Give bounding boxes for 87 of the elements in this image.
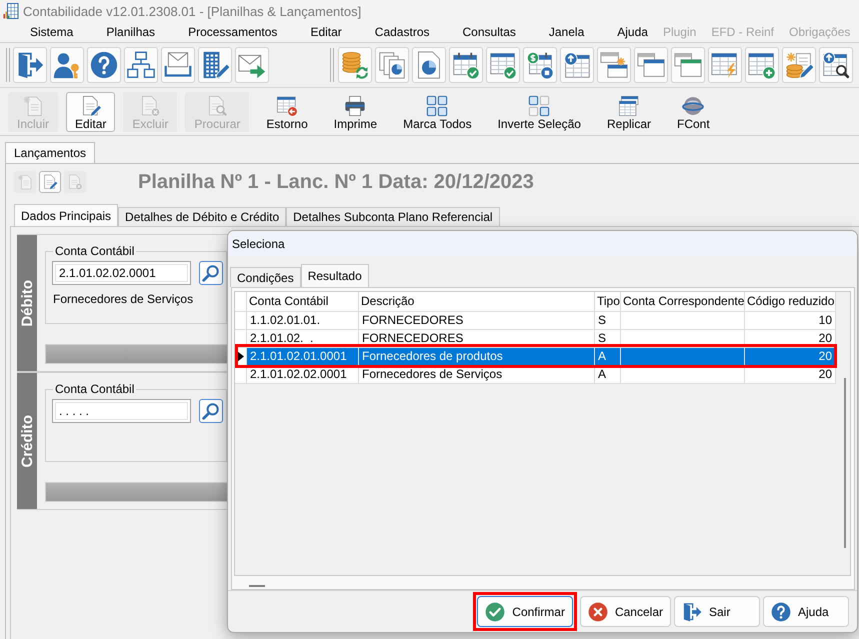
user-key-icon <box>53 51 81 79</box>
toolbar-button[interactable]: Replicar <box>598 92 660 132</box>
grip-icon[interactable] <box>330 48 334 82</box>
window-undo-icon <box>276 94 298 116</box>
document-sparkle-icon <box>17 174 33 190</box>
group-label: Conta Contábil <box>54 382 136 396</box>
toolbar-button[interactable]: Editar <box>66 92 116 132</box>
table-plus-icon <box>748 51 776 79</box>
input-field[interactable]: 2.1.01.02.02.0001 <box>52 261 191 285</box>
document-x-icon <box>67 174 83 190</box>
section-title: Crédito <box>18 414 36 468</box>
toolbar-button[interactable]: FCont <box>668 92 719 132</box>
table-cell: 20 <box>745 366 836 384</box>
input-field[interactable]: . . . . . <box>52 399 191 423</box>
dialog-button[interactable]: Sair <box>674 596 760 627</box>
row-pointer-icon <box>237 351 244 362</box>
help-icon <box>771 602 791 622</box>
search-button[interactable] <box>199 399 223 423</box>
calendar-dollar-icon <box>526 51 554 79</box>
documents-chart-icon <box>378 51 406 79</box>
document-sparkle-icon <box>22 94 44 116</box>
document-pen-icon <box>42 174 58 190</box>
tab[interactable]: Condições <box>230 267 301 287</box>
close-circle-icon <box>588 602 608 622</box>
table-lightning-icon <box>711 51 739 79</box>
four-squares-icon <box>426 94 448 116</box>
window-title: Contabilidade v12.01.2308.01 - [Planilhas & Lançamentos] <box>23 4 362 18</box>
help-icon <box>90 51 118 79</box>
spreadsheet-icon <box>3 3 19 19</box>
check-circle-icon <box>485 602 506 622</box>
building-pen-icon <box>201 51 229 79</box>
windows-sparkle-icon <box>600 51 628 79</box>
account-description: Fornecedores de Serviços <box>52 292 194 306</box>
toolbar-button[interactable]: Imprime <box>324 92 386 132</box>
table-row[interactable]: 1.1.02.01.01. FORNECEDORES S 10 <box>235 312 836 330</box>
record-heading: Planilha Nº 1 - Lanc. Nº 1 Data: 20/12/2023 <box>138 170 534 194</box>
scrollbar-thumb[interactable] <box>844 378 846 548</box>
tab[interactable]: Lançamentos <box>5 142 96 163</box>
calendar-check-icon <box>452 51 480 79</box>
menu-item[interactable]: Ajuda <box>617 24 648 40</box>
inbox-icon <box>164 51 192 79</box>
dialog-button[interactable]: Ajuda <box>763 596 849 627</box>
table-cell: A <box>595 366 621 384</box>
four-squares-icon <box>528 94 550 116</box>
printer-icon <box>344 94 366 116</box>
globe-icon <box>682 94 704 116</box>
menu-item[interactable]: Processamentos <box>188 24 278 40</box>
table-cell: Fornecedores de Serviços <box>359 366 595 384</box>
menu-item[interactable]: Editar <box>310 24 342 40</box>
tab[interactable]: Dados Principais <box>14 204 118 226</box>
document-chart-icon <box>415 51 443 79</box>
menu-item[interactable]: Sistema <box>30 24 74 40</box>
menu-item[interactable]: Cadastros <box>374 24 430 40</box>
group-label: Conta Contábil <box>54 244 136 258</box>
toolbar-button[interactable] <box>819 47 853 83</box>
dash-icon <box>249 585 265 587</box>
document-search-icon <box>206 94 228 116</box>
coins-pen-icon <box>785 51 813 79</box>
hierarchy-icon <box>127 51 155 79</box>
tab[interactable]: Resultado <box>300 264 369 287</box>
table-check-icon <box>489 51 517 79</box>
tables-icon <box>618 94 640 116</box>
menu-item[interactable]: Planilhas <box>106 24 156 40</box>
toolbar-button[interactable]: Estorno <box>257 92 317 132</box>
coins-refresh-icon <box>341 51 369 79</box>
table-search-icon <box>822 51 850 79</box>
table-upload-icon <box>563 51 591 79</box>
dialog-title: Seleciona <box>232 236 285 250</box>
door-arrow-icon <box>682 602 702 622</box>
toolbar-button[interactable]: Inverte Seleção <box>488 92 590 132</box>
door-arrow-icon <box>16 51 44 79</box>
toolbar-button[interactable]: Marca Todos <box>394 92 481 132</box>
grip-icon[interactable] <box>6 48 10 82</box>
windows-icon <box>637 51 665 79</box>
search-icon <box>202 264 220 282</box>
table-cell: 2.1.01.02.02.0001 <box>247 366 359 384</box>
search-button[interactable] <box>199 261 223 285</box>
dialog-button[interactable]: Cancelar <box>580 596 671 627</box>
menu-item[interactable]: Janela <box>548 24 584 40</box>
tab[interactable]: Detalhes de Débito e Crédito <box>118 207 286 226</box>
tab[interactable]: Detalhes Subconta Plano Referencial <box>286 207 500 226</box>
document-x-icon <box>139 94 162 116</box>
search-icon <box>202 402 220 420</box>
windows-icon <box>674 51 702 79</box>
menu-item[interactable]: Consultas <box>462 24 516 40</box>
dialog-button[interactable]: Confirmar <box>477 596 573 627</box>
section-title: Débito <box>18 280 36 326</box>
